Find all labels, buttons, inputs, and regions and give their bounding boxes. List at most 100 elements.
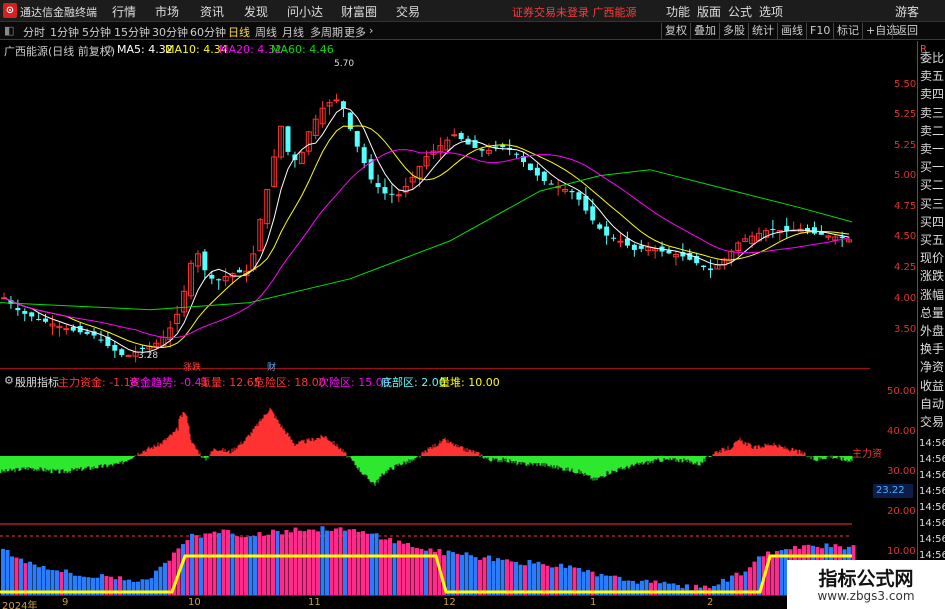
tab-period-5min[interactable]: 5分钟 xyxy=(82,24,111,40)
menu-item-layout[interactable]: 版面 xyxy=(697,3,721,20)
multi-stock-button[interactable]: 多股 xyxy=(719,23,748,39)
f10-button[interactable]: F10 xyxy=(806,23,833,39)
quote-panel-item[interactable]: 卖三 xyxy=(920,104,944,121)
mark-button[interactable]: 标记 xyxy=(833,23,862,39)
current-value-box: 23.22 xyxy=(873,484,913,498)
tab-period-multi[interactable]: 多周期 xyxy=(310,24,343,40)
menu-item-news[interactable]: 资讯 xyxy=(200,3,224,20)
app-logo-icon: ⊙ xyxy=(3,3,17,18)
back-button[interactable]: 返回 xyxy=(892,23,921,39)
volume-bar xyxy=(284,529,289,596)
price-tick: 4.50 xyxy=(894,231,917,242)
menu-item-discover[interactable]: 发现 xyxy=(244,3,268,20)
quote-panel-item[interactable]: 委比 xyxy=(920,49,944,66)
indicator-settings-icon[interactable]: ⚙ xyxy=(4,374,14,387)
period-tab-bar: ◧ 分时 1分钟 5分钟 15分钟 30分钟 60分钟 日线 周线 月线 多周期… xyxy=(0,22,945,40)
volume-bar xyxy=(19,558,23,596)
statistics-button[interactable]: 统计 xyxy=(748,23,777,39)
volume-bar xyxy=(631,580,635,596)
menu-item-ask[interactable]: 问小达 xyxy=(287,3,323,20)
quote-panel-item[interactable]: 自动 xyxy=(920,395,944,412)
settings-gear-icon[interactable]: ⚙ xyxy=(104,43,114,56)
quote-panel-item[interactable]: 现价 xyxy=(920,249,944,266)
adjust-button[interactable]: 复权 xyxy=(661,23,690,39)
panel-toggle-icon[interactable]: ◧ xyxy=(4,24,14,37)
volume-bar xyxy=(370,533,374,596)
candle-body xyxy=(534,167,540,176)
quote-panel-item[interactable]: 买五 xyxy=(920,231,944,248)
volume-bar xyxy=(374,533,379,596)
quote-panel-item[interactable]: 卖一 xyxy=(920,140,944,157)
tab-period-more[interactable]: 更多 xyxy=(344,24,366,40)
login-notice[interactable]: 证券交易未登录 广西能源 xyxy=(512,4,637,20)
indicator-tick: 50.00 xyxy=(887,386,916,397)
tab-period-60min[interactable]: 60分钟 xyxy=(190,24,226,40)
candle-body xyxy=(63,328,70,331)
menu-item-exchange[interactable]: 市场 xyxy=(155,3,179,20)
quote-panel-item[interactable]: 买一 xyxy=(920,158,944,175)
volume-bar xyxy=(190,533,194,596)
indicator-chart[interactable] xyxy=(0,388,870,596)
quote-panel-item[interactable]: 卖四 xyxy=(920,85,944,102)
menu-item-options[interactable]: 选项 xyxy=(759,3,783,20)
volume-bar xyxy=(649,582,653,596)
quote-panel-item[interactable]: 交易 xyxy=(920,413,944,430)
quote-panel-item[interactable]: 买四 xyxy=(920,213,944,230)
quote-panel-item[interactable]: 净资 xyxy=(920,358,944,375)
guest-label[interactable]: 游客 xyxy=(895,3,919,20)
candle-body xyxy=(43,318,49,322)
overlay-button[interactable]: 叠加 xyxy=(690,23,719,39)
watermark-url: www.zbgs3.com xyxy=(817,589,915,603)
volume-bar xyxy=(505,559,509,596)
menu-item-trade[interactable]: 交易 xyxy=(396,3,420,20)
candle-body xyxy=(527,163,533,171)
menu-item-market[interactable]: 行情 xyxy=(112,3,136,20)
volume-bar xyxy=(334,528,338,596)
quote-panel-item[interactable]: 外盘 xyxy=(920,322,944,339)
tab-period-30min[interactable]: 30分钟 xyxy=(152,24,188,40)
indicator-tick: 30.00 xyxy=(887,466,916,477)
event-marker-finance[interactable]: 财 xyxy=(267,360,276,373)
quote-panel-item[interactable]: 卖五 xyxy=(920,67,944,84)
candle-body xyxy=(140,347,146,349)
more-chevron-icon[interactable]: › xyxy=(369,24,373,37)
candle-body xyxy=(548,183,554,185)
draw-line-button[interactable]: 画线 xyxy=(777,23,806,39)
quote-panel-item[interactable]: 换手 xyxy=(920,340,944,357)
candle-body xyxy=(576,192,582,200)
quote-panel-item[interactable]: 买三 xyxy=(920,195,944,212)
event-marker-change[interactable]: 涨跌 xyxy=(183,360,201,373)
ma20-line xyxy=(3,149,850,339)
candlestick-chart[interactable] xyxy=(0,57,870,369)
volume-bar xyxy=(14,557,19,596)
volume-bar xyxy=(127,579,131,596)
quote-panel-item[interactable]: 卖二 xyxy=(920,122,944,139)
tab-period-weekly[interactable]: 周线 xyxy=(255,24,277,40)
volume-bar xyxy=(383,539,388,596)
quote-panel-item[interactable]: 涨跌 xyxy=(920,267,944,284)
trade-time: 14:56 xyxy=(919,534,945,545)
tab-period-timeshare[interactable]: 分时 xyxy=(23,24,45,40)
volume-bar xyxy=(361,531,365,596)
quote-panel-item[interactable]: 收益 xyxy=(920,377,944,394)
menu-item-function[interactable]: 功能 xyxy=(666,3,690,20)
tab-period-daily[interactable]: 日线 xyxy=(228,24,250,40)
candle-body xyxy=(569,190,575,193)
tab-period-15min[interactable]: 15分钟 xyxy=(114,24,150,40)
volume-bar xyxy=(365,533,370,596)
volume-bar xyxy=(212,531,217,596)
quote-panel-item[interactable]: 涨幅 xyxy=(920,286,944,303)
quote-panel-item[interactable]: 总量 xyxy=(920,304,944,321)
volume-bar xyxy=(280,534,284,596)
candle-body xyxy=(382,187,388,194)
volume-bar xyxy=(662,581,667,596)
volume-bar xyxy=(379,539,383,596)
ma60-line xyxy=(0,169,853,311)
tab-period-1min[interactable]: 1分钟 xyxy=(50,24,79,40)
tab-period-monthly[interactable]: 月线 xyxy=(282,24,304,40)
menu-item-wealth[interactable]: 财富圈 xyxy=(341,3,377,20)
volume-bar xyxy=(685,584,689,596)
quote-side-panel: R 委比 卖五 卖四 卖三 卖二 卖一 买一 买二 买三 买四 买五 现价 涨跌 涨幅 总量 外盘 换手 净资 收益… xyxy=(917,41,945,609)
quote-panel-item[interactable]: 买二 xyxy=(920,176,944,193)
menu-item-formula[interactable]: 公式 xyxy=(728,3,752,20)
